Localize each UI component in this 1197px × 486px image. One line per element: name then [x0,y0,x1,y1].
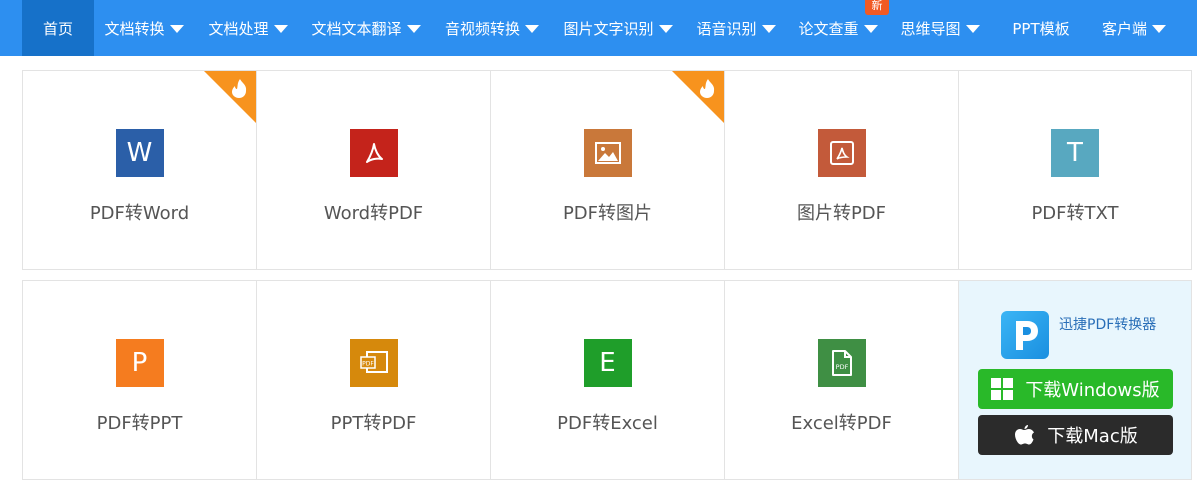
tools-row-2: P PDF转PPT PDF PPT转PDF E PDF转Excel PDF Ex… [22,280,1192,480]
nav-doc-process[interactable]: 文档处理 [198,0,298,56]
nav-speech[interactable]: 语音识别 [688,0,784,56]
tools-row-1: W PDF转Word Word转PDF PDF转图片 图片转PDF T PDF转… [22,70,1192,270]
svg-text:PDF: PDF [835,363,848,371]
tool-label: 图片转PDF [796,203,887,224]
download-windows-button[interactable]: 下载Windows版 [978,369,1173,409]
hot-fire-icon [672,71,724,123]
nav-speech-label: 语音识别 [696,19,757,38]
nav-translate-label: 文档文本翻译 [311,19,402,38]
chevron-down-icon [273,25,288,33]
tool-label: PDF转TXT [1031,203,1119,224]
excel-icon: E [583,339,632,387]
nav-ppt-template[interactable]: PPT模板 [998,0,1084,56]
tool-pdf-to-txt[interactable]: T PDF转TXT [959,71,1191,269]
nav-translate[interactable]: 文档文本翻译 [302,0,430,56]
image-pdf-icon [817,129,866,177]
nav-av-convert[interactable]: 音视频转换 [436,0,548,56]
hot-fire-icon [204,71,256,123]
chevron-down-icon [169,25,184,33]
nav-plagiarism-label: 论文查重 [798,19,859,38]
new-badge: 新 [865,0,889,15]
tool-label: PDF转Word [89,203,190,224]
nav-ocr[interactable]: 图片文字识别 [554,0,682,56]
excel-pdf-icon: PDF [817,339,866,387]
windows-icon [991,378,1014,400]
chevron-down-icon [863,25,878,33]
ppt-pdf-icon: PDF [349,339,398,387]
tool-image-to-pdf[interactable]: 图片转PDF [725,71,959,269]
tool-word-to-pdf[interactable]: Word转PDF [257,71,491,269]
nav-ocr-label: 图片文字识别 [563,19,654,38]
ppt-icon: P [115,339,164,387]
chevron-down-icon [525,25,539,33]
nav-mindmap-label: 思维导图 [900,19,961,38]
txt-icon: T [1051,129,1099,177]
download-mac-button[interactable]: 下载Mac版 [978,415,1173,455]
nav-ppt-template-label: PPT模板 [1012,19,1070,38]
tool-excel-to-pdf[interactable]: PDF Excel转PDF [725,281,959,479]
nav-home[interactable]: 首页 [22,0,94,56]
nav-doc-convert[interactable]: 文档转换 [94,0,194,56]
pdf-icon [349,129,398,177]
tool-pdf-to-word[interactable]: W PDF转Word [23,71,257,269]
nav-doc-convert-label: 文档转换 [104,19,165,38]
tool-pdf-to-image[interactable]: PDF转图片 [491,71,725,269]
download-mac-label: 下载Mac版 [1047,426,1138,447]
tool-label: PPT转PDF [330,413,417,434]
tool-label: Excel转PDF [791,413,892,434]
svg-text:PDF: PDF [362,361,374,368]
nav-mindmap[interactable]: 思维导图 [892,0,988,56]
app-logo-icon [1001,311,1049,359]
tool-pdf-to-excel[interactable]: E PDF转Excel [491,281,725,479]
chevron-down-icon [965,25,980,33]
download-windows-label: 下载Windows版 [1025,380,1160,401]
tool-label: PDF转PPT [96,413,183,434]
tool-ppt-to-pdf[interactable]: PDF PPT转PDF [257,281,491,479]
chevron-down-icon [406,25,421,33]
nav-av-convert-label: 音视频转换 [444,19,520,38]
tool-label: PDF转Excel [557,413,658,434]
nav-doc-process-label: 文档处理 [208,19,269,38]
tool-label: Word转PDF [323,203,424,224]
promo-app-title: 迅捷PDF转换器 [1059,317,1157,333]
nav-client[interactable]: 客户端 [1092,0,1176,56]
top-navbar: 首页 文档转换 文档处理 文档文本翻译 音视频转换 图片文字识别 语音识别 论文… [0,0,1197,56]
chevron-down-icon [761,25,776,33]
tool-pdf-to-ppt[interactable]: P PDF转PPT [23,281,257,479]
apple-icon [1013,423,1035,447]
tool-label: PDF转图片 [562,203,653,224]
chevron-down-icon [1152,25,1166,33]
chevron-down-icon [658,25,673,33]
nav-client-label: 客户端 [1101,19,1147,38]
download-promo-panel: 迅捷PDF转换器 下载Windows版 下载Mac版 [959,281,1191,479]
nav-home-label: 首页 [42,19,73,38]
image-icon [583,129,632,177]
word-icon: W [115,129,164,177]
